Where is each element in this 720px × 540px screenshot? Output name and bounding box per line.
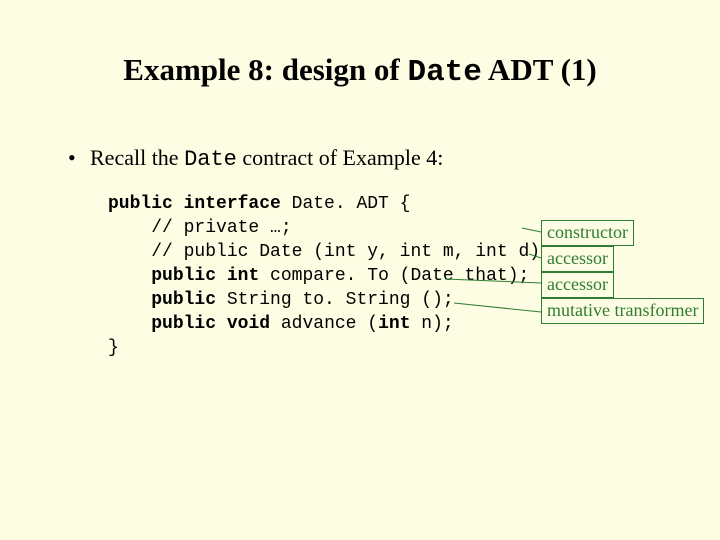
slide-title: Example 8: design of Date ADT (1)	[0, 52, 720, 90]
code-text	[108, 314, 151, 334]
code-kw: public	[108, 194, 173, 214]
bullet-dot: •	[68, 145, 90, 171]
bullet-mono: Date	[184, 147, 237, 172]
code-kw: public	[151, 266, 216, 286]
code-text	[108, 290, 151, 310]
code-kw: public	[151, 290, 216, 310]
code-text: // public Date (int y, int m, int d);	[108, 242, 551, 262]
code-text: }	[108, 338, 119, 358]
label-mutative-transformer: mutative transformer	[541, 298, 704, 324]
code-text	[108, 266, 151, 286]
code-kw: int	[378, 314, 410, 334]
code-block: public interface Date. ADT { // private …	[108, 192, 551, 360]
slide: Example 8: design of Date ADT (1) • Reca…	[0, 0, 720, 540]
code-kw: void	[227, 314, 270, 334]
title-text-pre: Example 8: design of	[123, 52, 407, 87]
label-accessor: accessor	[541, 246, 614, 272]
code-text: advance (	[270, 314, 378, 334]
title-text-post: ADT (1)	[482, 52, 597, 87]
code-text: // private …;	[108, 218, 292, 238]
bullet-item: • Recall the Date contract of Example 4:	[68, 145, 443, 172]
code-text	[216, 314, 227, 334]
code-text: String to. String ();	[216, 290, 454, 310]
bullet-pre: Recall the	[90, 145, 184, 170]
code-kw: int	[227, 266, 259, 286]
code-text: n);	[411, 314, 454, 334]
label-accessor: accessor	[541, 272, 614, 298]
code-text	[216, 266, 227, 286]
code-kw: public	[151, 314, 216, 334]
code-text: Date. ADT {	[281, 194, 411, 214]
title-text-mono: Date	[407, 55, 481, 90]
bullet-post: contract of Example 4:	[237, 145, 443, 170]
label-constructor: constructor	[541, 220, 634, 246]
code-text: compare. To (Date that);	[259, 266, 529, 286]
code-text	[173, 194, 184, 214]
code-kw: interface	[184, 194, 281, 214]
bullet-text: Recall the Date contract of Example 4:	[90, 145, 443, 172]
